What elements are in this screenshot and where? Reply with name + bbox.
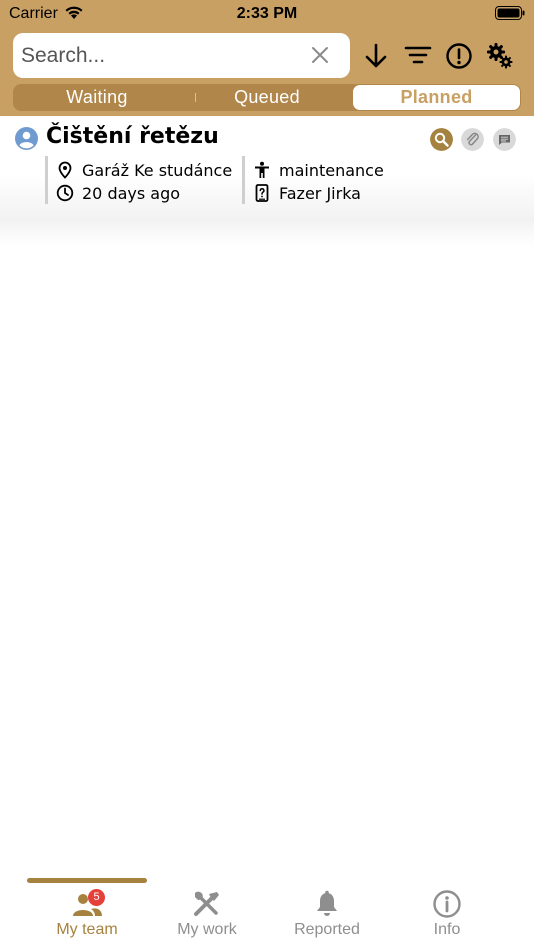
task-details-right: maintenance Fazer Jirka (242, 156, 442, 204)
task-time-row: 20 days ago (56, 182, 180, 204)
status-bar: Carrier 2:33 PM (0, 0, 534, 28)
device-icon (255, 184, 269, 202)
sort-down-icon[interactable] (362, 42, 390, 70)
attachment-icon[interactable] (461, 128, 484, 151)
filter-icon[interactable] (404, 42, 432, 70)
app-header: Carrier 2:33 PM Search... Waiting Queued… (0, 0, 534, 116)
task-location: Garáž Ke studánce (82, 160, 233, 180)
bottom-tab-bar: 5 My team My work Reported Info (0, 876, 534, 950)
search-zoom-icon[interactable] (430, 128, 453, 151)
alert-icon[interactable] (445, 42, 473, 70)
search-box (13, 33, 350, 78)
battery-icon (495, 6, 525, 20)
location-pin-icon (58, 161, 72, 179)
settings-icon[interactable] (486, 42, 514, 70)
tab-queued[interactable]: Queued (183, 84, 351, 111)
tab-reported-label: Reported (294, 921, 360, 938)
tab-waiting[interactable]: Waiting (13, 84, 181, 111)
task-list-item[interactable]: Čištění řetězu Garáž Ke studánce 20 days… (0, 116, 534, 246)
team-badge: 5 (88, 889, 105, 906)
tab-info[interactable]: Info (387, 890, 507, 946)
person-icon (255, 161, 269, 178)
status-segmented-control: Waiting Queued Planned (13, 84, 521, 111)
info-icon (433, 890, 461, 918)
clear-search-icon[interactable] (310, 45, 330, 65)
tab-my-work-label: My work (177, 921, 237, 938)
tab-my-team-label: My team (56, 921, 118, 938)
task-time-ago: 20 days ago (82, 183, 181, 203)
task-assignee: Fazer Jirka (279, 183, 361, 203)
task-details-left: Garáž Ke studánce 20 days ago (45, 156, 241, 204)
tab-my-work[interactable]: My work (147, 890, 267, 946)
clock-icon (56, 184, 74, 202)
tab-reported[interactable]: Reported (267, 890, 387, 946)
avatar-icon (15, 127, 38, 150)
active-tab-indicator (27, 878, 147, 883)
task-location-row: Garáž Ke studánce (56, 159, 232, 181)
tab-planned[interactable]: Planned (353, 85, 520, 110)
tools-icon (194, 891, 219, 916)
tab-info-label: Info (433, 921, 461, 938)
task-assignee-row: Fazer Jirka (253, 182, 361, 204)
search-input[interactable] (21, 41, 301, 71)
task-title: Čištění řetězu (46, 124, 219, 149)
task-category-row: maintenance (253, 159, 384, 181)
task-category: maintenance (279, 160, 384, 180)
status-time: 2:33 PM (236, 5, 298, 22)
bell-icon (317, 890, 337, 916)
comment-icon[interactable] (493, 128, 516, 151)
tab-my-team[interactable]: 5 My team (27, 889, 147, 946)
